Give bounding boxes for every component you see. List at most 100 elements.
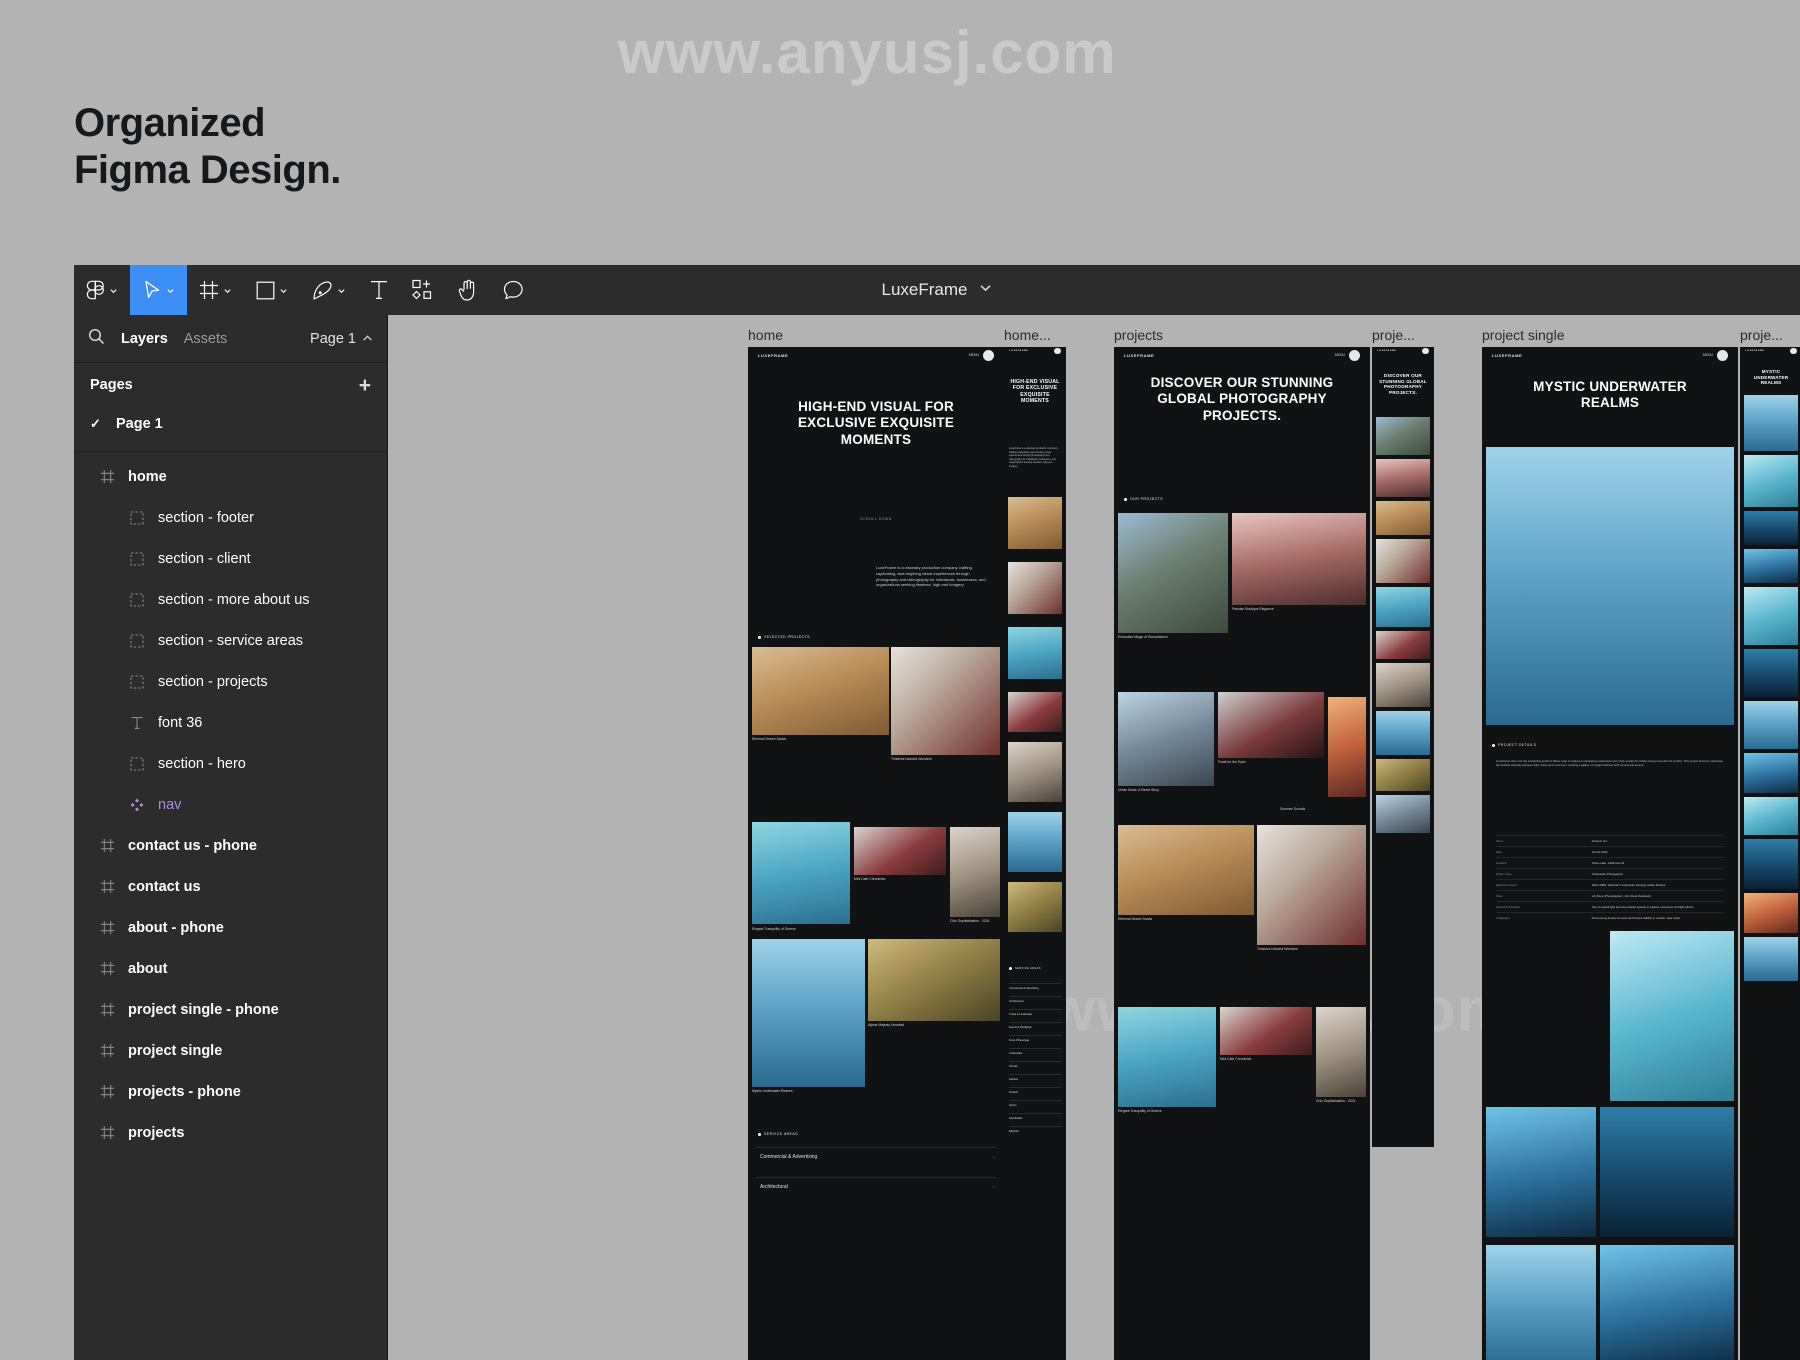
layer-row-about-phone[interactable]: about - phone: [74, 907, 387, 948]
frame-icon: [96, 1125, 118, 1140]
layer-label: section - footer: [158, 509, 254, 526]
spec-value: Nikon D850, Nauticam Underwater Housing,…: [1591, 883, 1666, 887]
text-tool-button[interactable]: [358, 265, 400, 315]
project-image: [1744, 753, 1798, 793]
frame-home[interactable]: LUXEFRAME MENU HIGH-END VISUAL FOR EXCLUSI…: [748, 347, 1004, 1360]
frame-label[interactable]: projects: [1114, 327, 1163, 343]
project-image: [1744, 395, 1798, 451]
layer-row-nav[interactable]: nav: [74, 784, 387, 825]
resources-tool-button[interactable]: [400, 265, 446, 315]
layer-row-project-single[interactable]: project single: [74, 1030, 387, 1071]
project-caption: Summer Sounds: [1280, 807, 1306, 811]
layer-label: section - client: [158, 550, 251, 567]
layer-row-section-projects[interactable]: section - projects: [74, 661, 387, 702]
service-row[interactable]: Commercial & Advertising →: [756, 1147, 996, 1166]
layer-row-about[interactable]: about: [74, 948, 387, 989]
add-page-button[interactable]: +: [359, 375, 371, 396]
pages-header-label: Pages: [90, 377, 133, 393]
service-row[interactable]: Food & Beverage: [1009, 1035, 1061, 1042]
project-image: [1486, 447, 1734, 725]
service-row[interactable]: Architectural →: [756, 1177, 996, 1196]
project-image: [1376, 587, 1430, 627]
service-row[interactable]: Travel & Landscape: [1009, 1009, 1061, 1016]
spec-value: 14 Feb 2024: [1591, 850, 1608, 854]
spec-value: Tahoe Lake, California US: [1591, 861, 1625, 865]
tab-assets[interactable]: Assets: [184, 331, 228, 347]
frame-nav: LUXEFRAME MENU: [1114, 347, 1370, 363]
frame-nav: LUXEFRAME: [1372, 347, 1434, 356]
layer-label: about - phone: [128, 919, 224, 936]
service-row[interactable]: Underwater: [1009, 1048, 1061, 1055]
project-image: [854, 827, 946, 875]
layer-row-project-single-phone[interactable]: project single - phone: [74, 989, 387, 1030]
layer-row-contact-us[interactable]: contact us: [74, 866, 387, 907]
chevron-down-icon: [337, 286, 346, 295]
service-row[interactable]: Fashion: [1009, 1074, 1061, 1081]
layer-row-section-service-areas[interactable]: section - service areas: [74, 620, 387, 661]
service-row[interactable]: Real Estate: [1009, 1113, 1061, 1120]
project-caption: Mini Cafe Chronicles: [1220, 1057, 1252, 1061]
service-row[interactable]: Portrait: [1009, 1061, 1061, 1068]
project-image: [1008, 812, 1062, 872]
pen-tool-button[interactable]: [300, 265, 358, 315]
figma-logo-menu-button[interactable]: [74, 265, 130, 315]
frame-icon: [96, 1043, 118, 1058]
frame-label[interactable]: proje...: [1372, 327, 1415, 343]
service-row[interactable]: Events & Weddings: [1009, 1022, 1061, 1029]
project-caption: Embodied Magic of Romanticism: [1118, 635, 1168, 639]
project-image: [1118, 692, 1214, 786]
project-image: [1744, 455, 1798, 507]
hand-tool-button[interactable]: [446, 265, 491, 315]
frame-label[interactable]: home: [748, 327, 783, 343]
service-row[interactable]: Product: [1009, 1087, 1061, 1094]
layer-row-section-hero[interactable]: section - hero: [74, 743, 387, 784]
layer-row-section-more-about-us[interactable]: section - more about us: [74, 579, 387, 620]
shape-tool-button[interactable]: [244, 265, 300, 315]
frame-tool-button[interactable]: [187, 265, 244, 315]
frame-project-single[interactable]: LUXEFRAME MENU MYSTIC UNDERWATER REALMS PRO…: [1482, 347, 1738, 1360]
layer-row-projects[interactable]: projects: [74, 1112, 387, 1153]
frame-projects[interactable]: LUXEFRAME MENU DISCOVER OUR STUNNING GLOBA…: [1114, 347, 1370, 1360]
service-row[interactable]: Sports: [1009, 1100, 1061, 1107]
layer-label: contact us: [128, 878, 201, 895]
frame-nav: LUXEFRAME MENU: [748, 347, 1004, 363]
layer-row-font-36[interactable]: font 36: [74, 702, 387, 743]
layer-row-section-footer[interactable]: section - footer: [74, 497, 387, 538]
page-selector[interactable]: Page 1: [310, 331, 373, 347]
search-icon[interactable]: [88, 328, 105, 350]
section-icon: [126, 592, 148, 607]
spec-row: Project Type Underwater Photography: [1496, 868, 1724, 879]
frame-label[interactable]: proje...: [1740, 327, 1783, 343]
intro-paragraph: LuxeFrame is a visionary production comp…: [1009, 447, 1058, 469]
components-icon: [412, 279, 434, 301]
layer-row-projects-phone[interactable]: projects - phone: [74, 1071, 387, 1112]
comment-tool-button[interactable]: [491, 265, 536, 315]
frame-icon: [96, 920, 118, 935]
service-row[interactable]: Architectural: [1009, 996, 1061, 1003]
frame-projects-phone[interactable]: LUXEFRAME DISCOVER OUR STUNNING GLOBAL PH…: [1372, 347, 1434, 1147]
project-caption: Timeless Istanbul Wonders: [891, 757, 932, 761]
frame-label[interactable]: home...: [1004, 327, 1051, 343]
layer-row-section-client[interactable]: section - client: [74, 538, 387, 579]
frame-heading: DISCOVER OUR STUNNING GLOBAL PHOTOGRAPHY…: [1150, 375, 1334, 423]
section-icon: [126, 551, 148, 566]
pages-header: Pages +: [74, 363, 387, 407]
frame-label[interactable]: project single: [1482, 327, 1565, 343]
service-label: Commercial & Advertising: [760, 1154, 818, 1160]
layer-row-home[interactable]: home: [74, 456, 387, 497]
canvas[interactable]: www.anyusj.com www.anyusj.com homehome..…: [388, 315, 1800, 1360]
project-image: [1118, 825, 1254, 915]
frame-project-single-phone[interactable]: LUXEFRAME MYSTIC UNDERWATER REALMS: [1740, 347, 1800, 1360]
tab-layers[interactable]: Layers: [121, 331, 168, 347]
layer-row-contact-us-phone[interactable]: contact us - phone: [74, 825, 387, 866]
page-title-line-2: Figma Design.: [74, 148, 341, 193]
service-row[interactable]: Editorial: [1009, 1126, 1061, 1133]
watermark-top: www.anyusj.com: [618, 19, 1117, 86]
chevron-down-icon[interactable]: [979, 281, 992, 299]
service-row[interactable]: Commercial & Advertising: [1009, 983, 1061, 990]
project-caption: Ethereal Desert Sands: [752, 737, 787, 741]
frame-home-phone[interactable]: LUXEFRAME HIGH-END VISUAL FOR EXCLUSIVE E…: [1004, 347, 1066, 1360]
page-list-item[interactable]: ✓ Page 1: [74, 407, 387, 441]
file-name[interactable]: LuxeFrame: [882, 280, 968, 300]
move-tool-button[interactable]: [130, 265, 187, 315]
